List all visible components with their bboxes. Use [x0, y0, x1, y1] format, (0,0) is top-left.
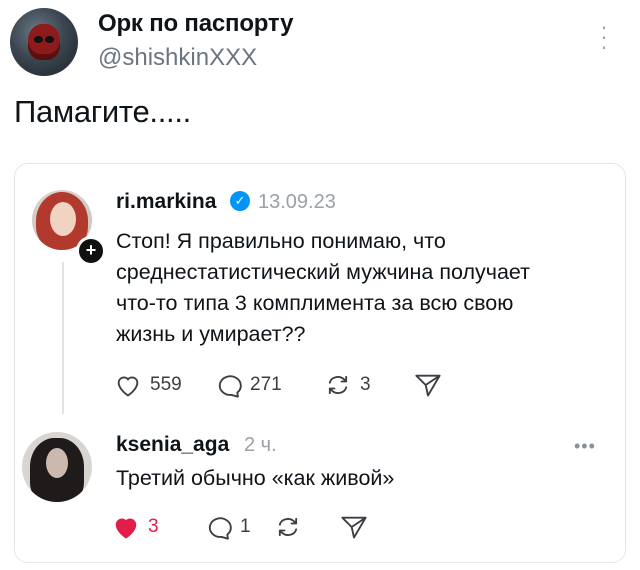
like-button[interactable]: 559 — [114, 372, 182, 398]
repost-button[interactable] — [274, 514, 302, 540]
thread-post-text: Стоп! Я правильно понимаю, что среднеста… — [116, 226, 606, 350]
reply-author-avatar[interactable] — [22, 432, 92, 502]
send-icon — [341, 516, 367, 539]
verified-badge-icon: ✓ — [230, 191, 250, 211]
post-text: Памагите..... — [14, 94, 191, 129]
like-count: 559 — [150, 374, 182, 395]
comment-button[interactable]: 1 — [204, 514, 251, 540]
thread-post-line: Стоп! Я правильно понимаю, что — [116, 229, 446, 253]
repost-count: 3 — [360, 374, 371, 395]
thread-post-date: 13.09.23 — [258, 191, 336, 213]
thread-post-line: жизнь и умирает?? — [116, 322, 306, 346]
comment-bubble-icon — [208, 517, 232, 540]
heart-filled-icon — [115, 518, 137, 539]
comment-bubble-icon — [218, 375, 242, 398]
share-button[interactable] — [340, 514, 368, 540]
comment-count: 271 — [250, 374, 282, 395]
more-options-icon[interactable]: · · · — [598, 16, 610, 58]
reply-author-username[interactable]: ksenia_aga — [116, 433, 229, 457]
more-horizontal-icon[interactable]: ••• — [574, 436, 596, 457]
thread-connector-line — [62, 262, 64, 414]
like-count: 3 — [148, 516, 159, 537]
repost-icon — [278, 517, 298, 537]
send-icon — [415, 374, 441, 397]
author-name[interactable]: Орк по паспорту — [98, 10, 293, 38]
thread-post-line: что-то типа 3 комплимента за всю свою — [116, 291, 514, 315]
comment-button[interactable]: 271 — [214, 372, 282, 398]
thread-author-username[interactable]: ri.markina — [116, 190, 216, 214]
embedded-thread-card — [14, 163, 626, 563]
reply-time: 2 ч. — [244, 434, 277, 456]
repost-icon — [328, 375, 348, 395]
repost-button[interactable]: 3 — [324, 372, 371, 398]
author-handle[interactable]: @shishkinXXX — [98, 44, 257, 72]
heart-outline-icon — [117, 376, 139, 397]
author-avatar[interactable] — [10, 8, 78, 76]
follow-plus-icon[interactable]: + — [76, 236, 106, 266]
share-button[interactable] — [414, 372, 442, 398]
thread-post-line: среднестатистический мужчина получает — [116, 260, 531, 284]
reply-text: Третий обычно «как живой» — [116, 466, 395, 490]
like-button[interactable]: 3 — [112, 514, 159, 540]
comment-count: 1 — [240, 516, 251, 537]
